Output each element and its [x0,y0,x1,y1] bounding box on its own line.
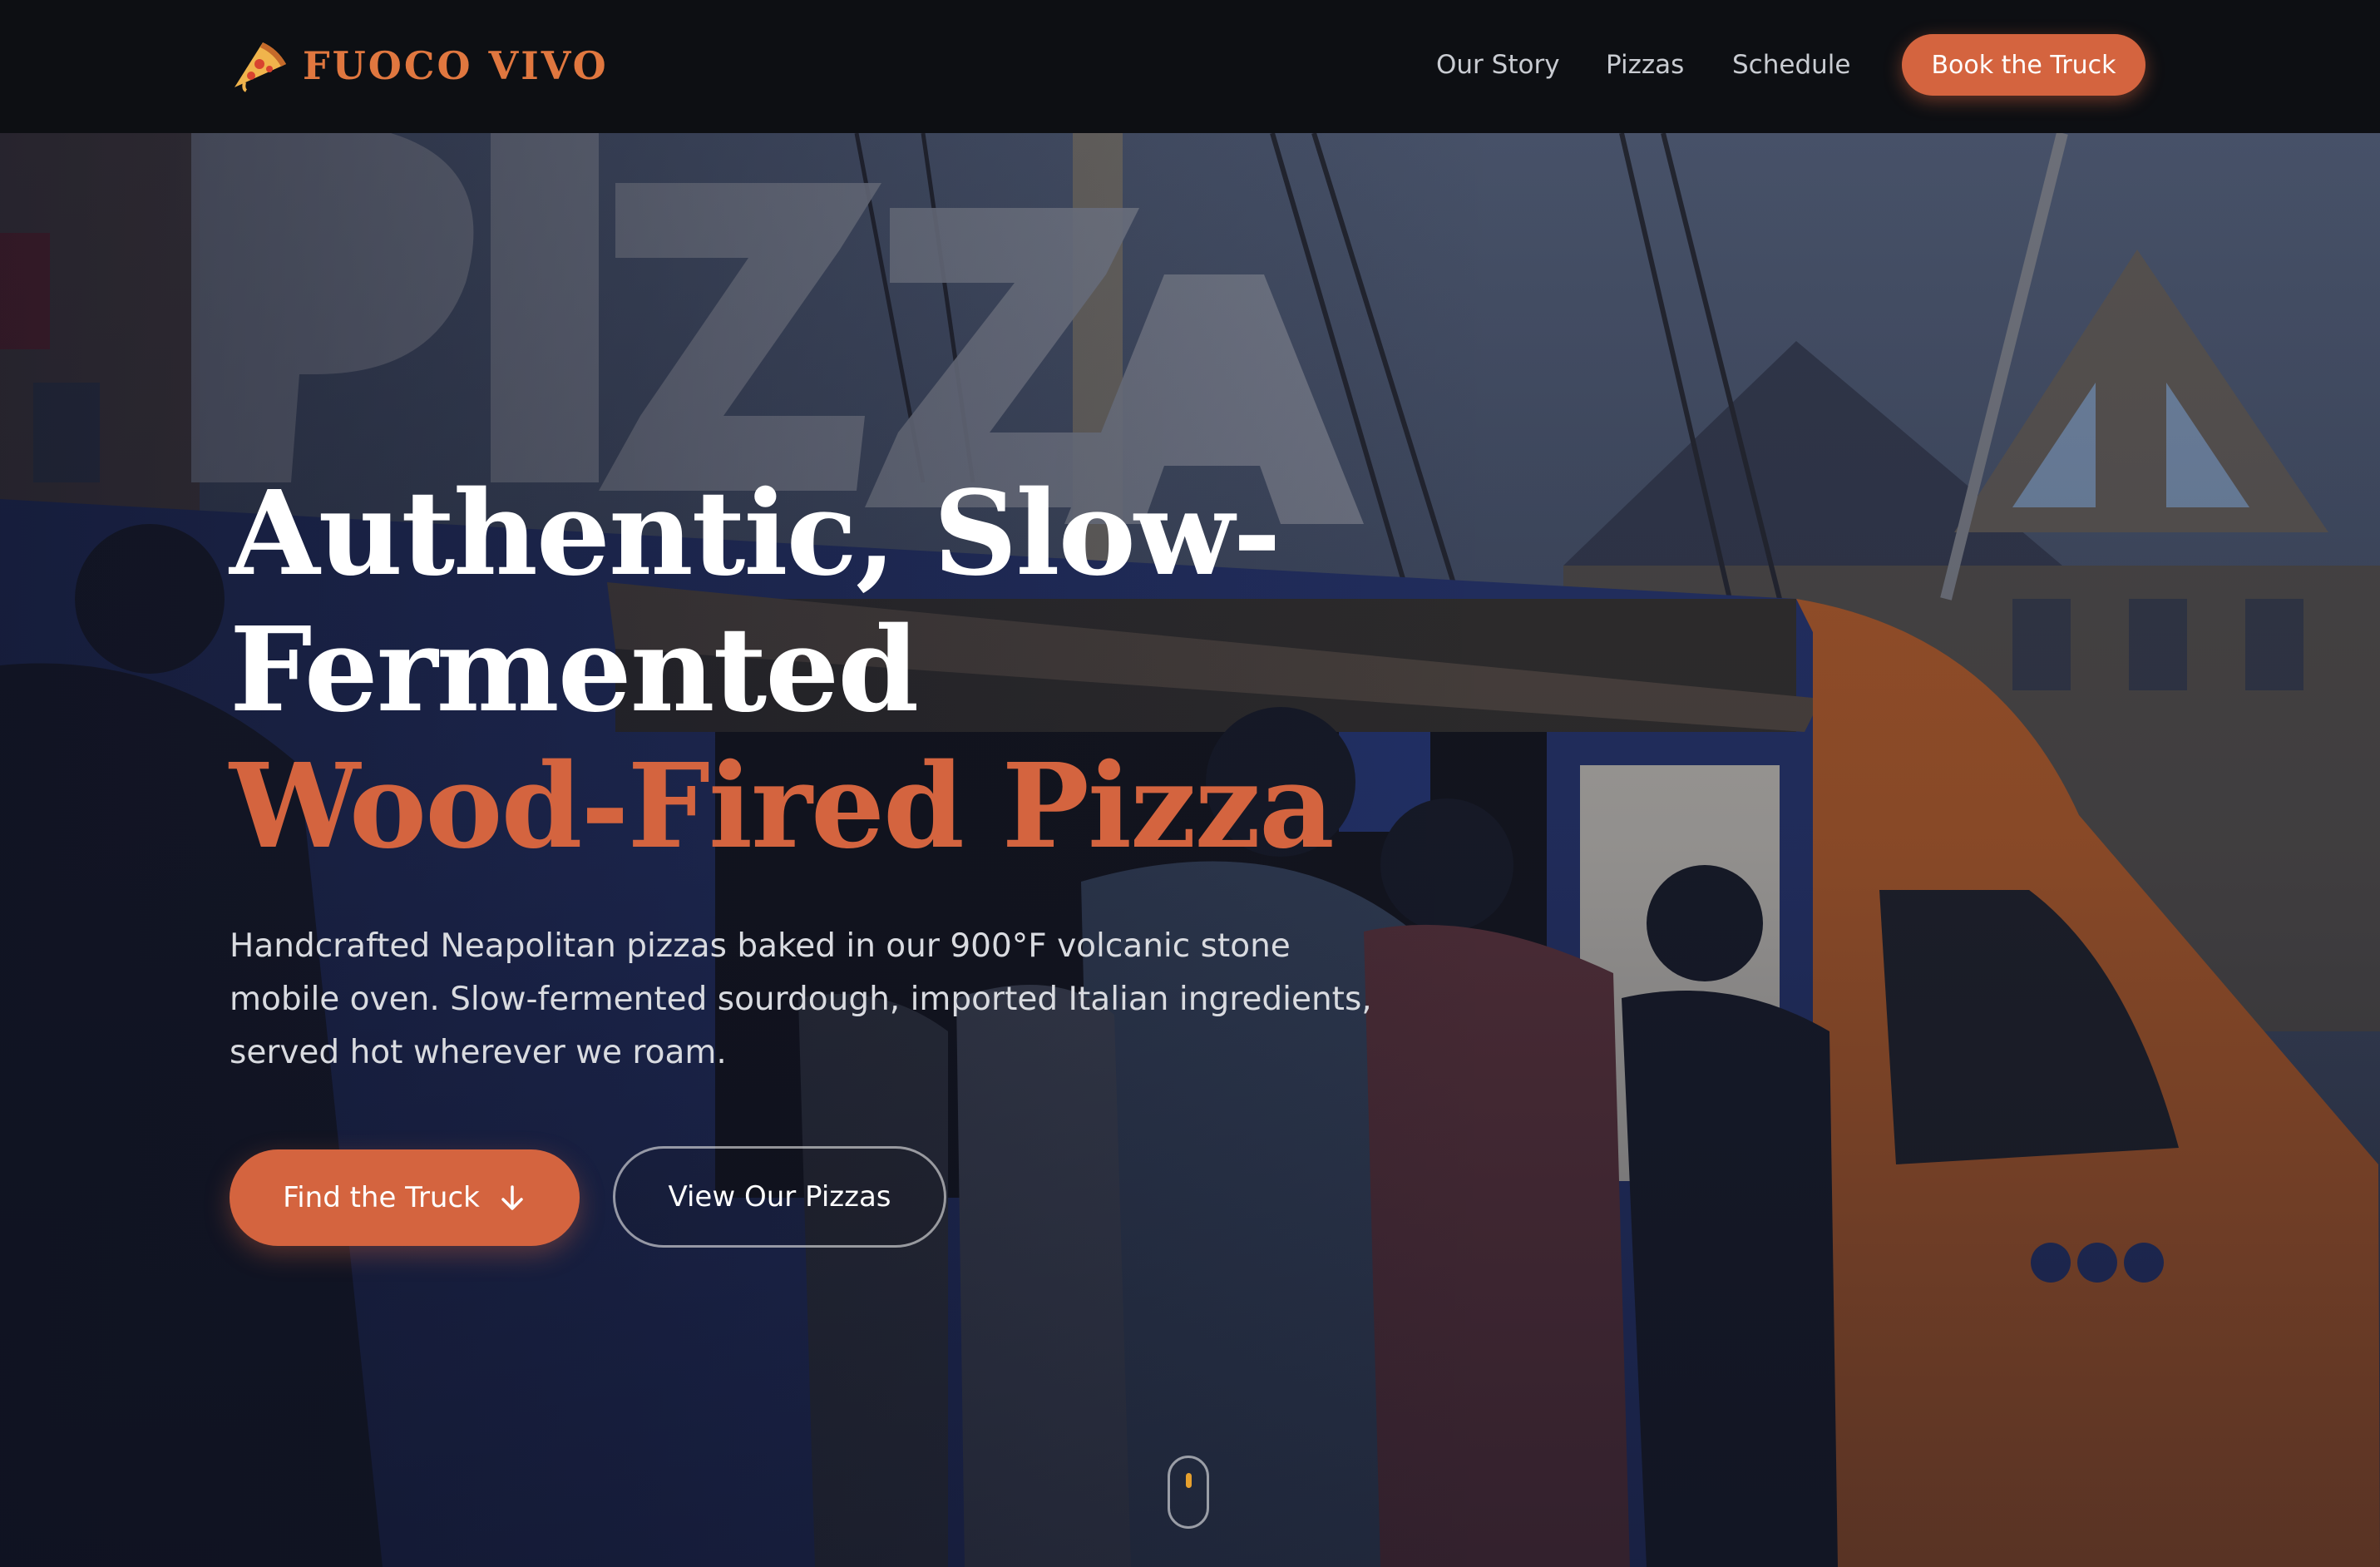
find-the-truck-button[interactable]: Find the Truck [230,1149,580,1246]
book-the-truck-button[interactable]: Book the Truck [1902,34,2145,96]
pizza-slice-icon [235,42,286,92]
hero-title: Authentic, Slow- Fermented Wood-Fired Pi… [230,466,1477,875]
mouse-scroll-icon[interactable] [1168,1456,1209,1529]
scroll-dot [1186,1473,1192,1488]
brand-logo-link[interactable]: FUOCO VIVO [230,37,609,95]
hero-title-line-2: Fermented [230,602,919,739]
brand-name: FUOCO VIVO [303,43,609,88]
nav-link-our-story[interactable]: Our Story [1436,47,1560,83]
hero-title-accent: Wood-Fired Pizza [230,739,1335,875]
top-navigation-bar: FUOCO VIVO Our Story Pizzas Schedule Boo… [0,0,2380,133]
hero-title-line-1: Authentic, Slow- [230,466,1281,602]
nav-link-pizzas[interactable]: Pizzas [1606,47,1684,83]
nav-link-schedule[interactable]: Schedule [1732,47,1850,83]
hero-subtitle: Handcrafted Neapolitan pizzas baked in o… [230,927,1372,1071]
find-the-truck-label: Find the Truck [283,1181,480,1214]
page: FUOCO VIVO Our Story Pizzas Schedule Boo… [0,0,2380,1567]
view-our-pizzas-button[interactable]: View Our Pizzas [613,1146,946,1248]
arrow-down-icon [501,1185,523,1210]
